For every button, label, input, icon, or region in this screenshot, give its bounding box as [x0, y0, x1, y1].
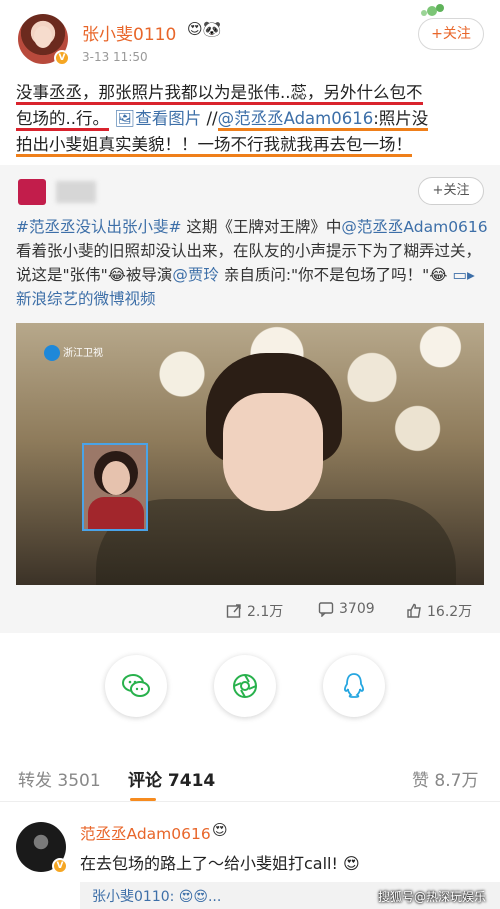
comment-text: 在去包场的路上了～给小斐姐打call! 😍 — [80, 854, 360, 873]
verified-badge-icon: V — [54, 50, 70, 66]
post-header: V 张小斐0110 😍🐼 3-13 11:50 +关注 — [0, 0, 500, 80]
repost-text: #范丞丞没认出张小斐# 这期《王牌对王牌》中@范丞丞Adam0616 看着张小斐… — [16, 218, 488, 308]
like-count-stat[interactable]: 16.2万 — [406, 601, 472, 621]
repost-author-avatar[interactable] — [18, 179, 46, 205]
mention-link[interactable]: @范丞丞Adam0616 — [218, 109, 374, 128]
post-text-line2: 包场的..行。 — [16, 109, 109, 131]
repost-follow-button[interactable]: +关注 — [418, 177, 484, 205]
share-qq-button[interactable] — [323, 655, 385, 717]
repost-separator: // — [206, 109, 218, 128]
tab-comment[interactable]: 评论 7414 — [128, 766, 215, 791]
username[interactable]: 张小斐0110 — [82, 20, 176, 45]
video-thumbnail[interactable]: 浙江卫视 — [16, 323, 484, 585]
person-face — [223, 393, 323, 511]
comment-count-stat[interactable]: 3709 — [318, 601, 375, 617]
view-image-link[interactable]: 🖼查看图片 — [114, 109, 201, 128]
share-wechat-button[interactable] — [105, 655, 167, 717]
user-emoji-icons: 😍🐼 — [187, 20, 222, 38]
repost-card[interactable]: +关注 #范丞丞没认出张小斐# 这期《王牌对王牌》中@范丞丞Adam0616 看… — [0, 165, 500, 633]
tv-station-logo: 浙江卫视 — [44, 345, 110, 363]
member-crown-icon: 😍 — [212, 821, 228, 839]
repost-count-stat[interactable]: 2.1万 — [226, 601, 283, 621]
post-text-line1: 没事丞丞，那张照片我都以为是张伟..蕊，另外什么包不 — [16, 83, 423, 105]
active-tab-indicator — [130, 798, 156, 801]
post-text: 没事丞丞，那张照片我都以为是张伟..蕊，另外什么包不 包场的..行。 🖼查看图片… — [16, 80, 486, 158]
mention-link-jialing[interactable]: @贾玲 — [172, 266, 219, 284]
verified-badge-icon: V — [52, 858, 68, 874]
image-icon: 🖼 — [114, 109, 136, 128]
comment-item[interactable]: V 范丞丞Adam0616 😍 在去包场的路上了～给小斐姐打call! 😍 张小… — [0, 810, 500, 909]
video-icon: ▭▸ — [452, 266, 475, 284]
repost-stats: 2.1万 3709 16.2万 — [0, 601, 500, 625]
mention-link-fan[interactable]: @范丞丞Adam0616 — [341, 218, 487, 236]
follow-button[interactable]: +关注 — [418, 18, 484, 50]
interaction-tabs: 转发 3501 评论 7414 赞 8.7万 — [0, 752, 500, 802]
reply-text: 张小斐0110: 😍😍... — [92, 889, 222, 905]
repost-icon — [226, 604, 241, 618]
commenter-avatar[interactable]: V — [16, 822, 68, 874]
watermark: 搜狐号@热深玩娱乐 — [378, 890, 487, 904]
moments-icon — [233, 674, 257, 698]
post-text-line3: 拍出小斐姐真实美貌！！一场不行我就我再去包一场！ — [16, 135, 412, 157]
hashtag-link[interactable]: #范丞丞没认出张小斐# — [16, 218, 181, 236]
comment-icon — [318, 602, 334, 617]
tab-like[interactable]: 赞 8.7万 — [412, 766, 478, 791]
inset-old-photo — [82, 443, 148, 531]
thumbs-up-icon — [407, 603, 421, 618]
wechat-icon — [122, 674, 150, 697]
post-time: 3-13 11:50 — [82, 50, 148, 64]
post-text-quote: :照片没 — [373, 109, 429, 128]
person-armor — [96, 499, 456, 585]
qq-icon — [344, 673, 364, 698]
repost-author-name-blurred — [56, 181, 96, 203]
share-row — [0, 655, 500, 717]
tab-repost[interactable]: 转发 3501 — [18, 766, 101, 791]
commenter-name[interactable]: 范丞丞Adam0616 — [80, 822, 211, 844]
share-moments-button[interactable] — [214, 655, 276, 717]
user-avatar[interactable]: V — [18, 14, 70, 66]
